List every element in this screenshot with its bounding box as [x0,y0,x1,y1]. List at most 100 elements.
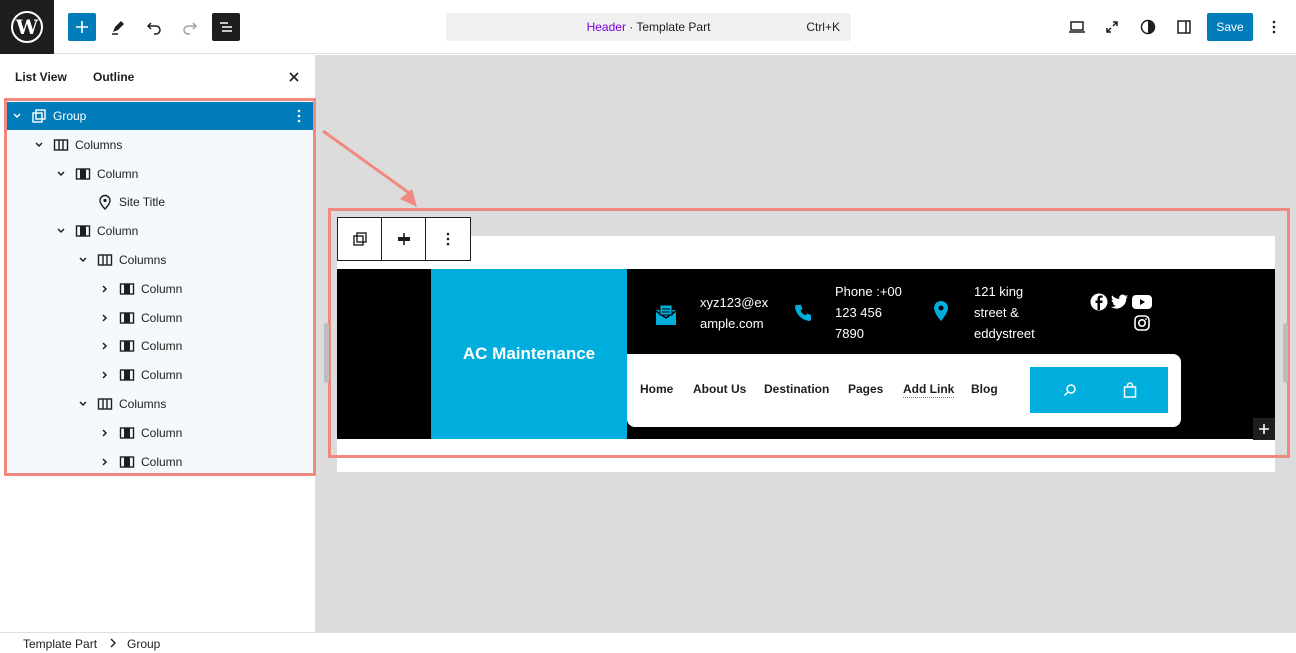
chevron-down-icon[interactable] [33,139,45,151]
list-view-row[interactable]: Column [7,332,313,360]
editor-canvas: AC Maintenance xyz123@ex ample.com Phone… [316,55,1296,632]
chevron-down-icon[interactable] [77,254,89,266]
list-view-label: Group [53,109,87,123]
breadcrumb-group: Group [127,637,161,651]
group-icon [31,108,47,124]
chevron-right-icon[interactable] [99,312,111,324]
resize-handle-right[interactable] [1283,323,1288,383]
list-view-row[interactable]: Columns [7,131,313,159]
columns-icon [97,252,113,268]
selection-highlight [328,208,1290,458]
list-view-label: Column [141,425,183,440]
block-breadcrumb: Template Part Group [0,632,1296,653]
list-view-row[interactable]: Columns [7,246,313,274]
redo-icon [183,22,198,35]
list-view-label: Columns [75,137,123,152]
add-block-button[interactable] [68,13,96,41]
template-part-name: Header [586,20,626,34]
columns-icon [53,137,69,153]
list-view-label: Column [141,281,183,296]
chevron-right-icon[interactable] [99,369,111,381]
plus-icon [1259,424,1269,434]
block-tree: Group Columns Column Site Title Column Column… [4,98,316,476]
chevron-right-icon[interactable] [99,456,111,468]
column-icon [119,310,135,326]
chevron-right-icon[interactable] [99,283,111,295]
command-shortcut: Ctrl+K [806,20,840,34]
chevron-down-icon[interactable] [55,168,67,180]
more-vertical-icon [1272,20,1276,34]
list-view-row[interactable]: Column [7,217,313,245]
close-sidebar-button[interactable] [284,67,304,87]
annotation-arrow [322,129,417,207]
row-options-icon[interactable] [293,107,305,125]
list-view-row[interactable]: Column [7,448,313,476]
undo-button[interactable] [140,13,168,41]
chevron-down-icon[interactable] [11,110,23,122]
list-view-row[interactable]: Column [7,361,313,389]
sidebar-tabs: List View Outline [0,55,316,99]
group-icon [352,232,367,246]
list-view-label: Column [97,224,139,239]
tab-outline[interactable]: Outline [93,70,134,84]
save-button[interactable]: Save [1207,13,1253,41]
column-icon [119,281,135,297]
expand-icon [1106,21,1118,33]
align-button[interactable] [382,218,426,260]
list-view-label: Column [141,368,183,383]
plus-icon [76,21,88,33]
map-marker-icon [97,194,113,211]
half-circle-icon [1140,19,1156,35]
add-block-inline-button[interactable] [1253,418,1275,440]
svg-text:W: W [15,15,39,39]
command-palette-bar[interactable]: Header · Template Part Ctrl+K [446,13,851,41]
chevron-down-icon[interactable] [55,225,67,237]
resize-handle-left[interactable] [324,323,329,383]
chevron-right-icon [108,637,118,652]
list-view-label: Column [97,166,139,181]
tools-button[interactable] [104,13,132,41]
list-view-icon [220,22,232,32]
column-icon [119,454,135,470]
settings-sidebar-button[interactable] [1170,13,1198,41]
open-in-new-view-button[interactable] [1098,13,1126,41]
redo-button[interactable] [176,13,204,41]
block-type-button[interactable] [338,218,382,260]
pen-icon [112,21,124,35]
list-view-row[interactable]: Column [7,419,313,447]
list-view-row[interactable]: Group [7,102,313,130]
list-view-label: Site Title [119,195,166,210]
styles-button[interactable] [1134,13,1162,41]
list-view-label: Column [141,339,183,354]
document-title: Header · Template Part [446,20,851,34]
list-view-row[interactable]: Columns [7,390,313,418]
tab-list-view[interactable]: List View [15,70,67,84]
breadcrumb-template-part[interactable]: Template Part [23,637,97,651]
template-part-type: · Template Part [625,20,711,34]
chevron-right-icon[interactable] [99,340,111,352]
align-center-icon [397,233,410,245]
sidebar-icon [1177,20,1191,34]
column-icon [75,223,91,239]
block-options-button[interactable] [426,218,470,260]
chevron-right-icon[interactable] [99,427,111,439]
more-vertical-icon [446,232,450,246]
list-view-row[interactable]: Column [7,275,313,303]
undo-icon [146,22,161,35]
column-icon [119,425,135,441]
list-view-row[interactable]: Column [7,160,313,188]
close-icon [289,72,299,82]
view-button[interactable] [1063,13,1091,41]
desktop-icon [1069,21,1085,33]
list-view-label: Columns [119,253,167,267]
chevron-down-icon[interactable] [77,398,89,410]
document-overview-button[interactable] [212,13,240,41]
options-button[interactable] [1260,13,1288,41]
editor-top-toolbar: W Header · Template Part Ctrl+K Save [0,0,1296,54]
list-view-row[interactable]: Site Title [7,188,313,216]
list-view-label: Column [141,454,183,469]
wordpress-logo-button[interactable]: W [0,0,54,54]
column-icon [119,367,135,383]
list-view-label: Column [141,310,183,325]
list-view-row[interactable]: Column [7,304,313,332]
